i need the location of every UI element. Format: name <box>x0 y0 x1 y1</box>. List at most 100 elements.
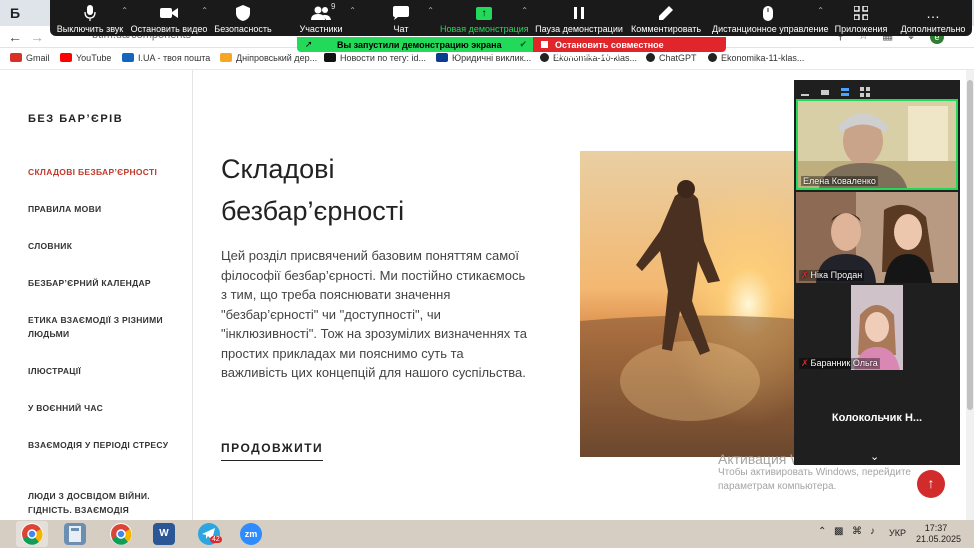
gallery-header <box>794 80 960 98</box>
chevron-up-icon[interactable]: ⌃ <box>121 6 128 15</box>
bookmark-dnipro[interactable]: Дніпровський дер... <box>220 53 317 63</box>
continue-link[interactable]: ПРОДОВЖИТИ <box>221 441 324 461</box>
pencil-icon <box>630 5 702 21</box>
iua-icon <box>122 53 134 62</box>
participant-tile[interactable]: ✗ Баранник Ольга <box>796 285 958 371</box>
participant-name: ✗ Ніка Продан <box>799 270 865 281</box>
zoom-meeting-toolbar: ⌃ Выключить звук ⌃ Остановить видео Безо… <box>50 0 972 36</box>
participant-tile[interactable]: Колокольчик Н... <box>794 370 960 450</box>
shield-check-icon: ✔ <box>519 39 527 49</box>
apps-button[interactable]: Приложения <box>832 0 890 36</box>
network-icon[interactable]: ▩ <box>834 526 843 537</box>
grid-view-icon[interactable] <box>860 84 870 97</box>
participant-tile[interactable]: ✗ Ніка Продан <box>796 192 958 283</box>
stop-square-icon <box>541 41 548 48</box>
bookmark-news[interactable]: Новости по тегу: id... <box>324 53 426 63</box>
participant-name: Колокольчик Н... <box>831 412 923 424</box>
mouse-icon <box>712 5 824 21</box>
site-brand[interactable]: БЕЗ БАР’ЄРІВ <box>28 113 123 125</box>
zoom-app-icon[interactable]: zm <box>240 523 262 545</box>
chevron-down-icon[interactable]: ⌄ <box>870 450 879 463</box>
language-indicator[interactable]: УКР <box>889 528 906 538</box>
participants-count-badge: 9 <box>331 2 336 11</box>
nav-item-stress[interactable]: ВЗАЄМОДІЯ У ПЕРІОДІ СТРЕСУ <box>28 438 178 452</box>
arrow-up-icon: ↑ <box>927 475 935 491</box>
chevron-up-icon[interactable]: ⌃ <box>521 6 528 15</box>
windows-taskbar: W 42 zm ⌃ ▩ ⌘ ♪ УКР 17:37 21.05.2025 <box>0 520 974 548</box>
pause-icon <box>534 5 624 21</box>
nav-item-calendar[interactable]: БЕЗБАР’ЄРНИЙ КАЛЕНДАР <box>28 276 178 290</box>
more-icon: … <box>926 5 940 21</box>
chrome-profile-icon[interactable] <box>21 523 43 545</box>
apps-icon <box>832 5 890 21</box>
section-description: Цей розділ присвячений базовим поняттям … <box>221 248 527 380</box>
github-icon <box>540 53 549 62</box>
muted-microphone-icon: ✗ <box>801 270 809 280</box>
nav-item-language-rules[interactable]: ПРАВИЛА МОВИ <box>28 202 178 216</box>
tray-overflow-icon[interactable]: ⌃ <box>818 526 826 537</box>
participant-name: ✗ Баранник Ольга <box>799 358 880 369</box>
scroll-to-top-button[interactable]: ↑ <box>917 470 945 498</box>
dnipro-icon <box>220 53 232 62</box>
microphone-icon <box>52 5 128 21</box>
bookmark-iua[interactable]: I.UA - твоя пошта <box>122 53 210 63</box>
participant-name: Елена Коваленко <box>801 176 878 186</box>
chat-button[interactable]: ⌃ Чат <box>368 0 434 36</box>
youtube-icon <box>60 53 72 62</box>
nav-item-illustrations[interactable]: ІЛЮСТРАЦІЇ <box>28 364 178 378</box>
security-button[interactable]: Безопасность <box>212 0 274 36</box>
nav-item-glossary[interactable]: СЛОВНИК <box>28 239 178 253</box>
bookmark-legal[interactable]: Юридичні виклик... <box>436 53 531 63</box>
tab-favicon[interactable]: Б <box>10 5 20 21</box>
forward-arrow-icon[interactable]: → <box>30 29 44 45</box>
more-button[interactable]: … Дополнительно <box>898 0 968 36</box>
participant-tile[interactable]: Елена Коваленко <box>796 99 958 190</box>
page-title: Складові безбар’єрності <box>221 154 405 226</box>
remote-control-button[interactable]: ⌃ Дистанционное управление <box>712 0 828 36</box>
page-scrollbar[interactable] <box>966 70 974 520</box>
nav-item-components[interactable]: СКЛАДОВІ БЕЗБАР’ЄРНОСТІ <box>28 165 178 179</box>
chevron-up-icon[interactable]: ⌃ <box>201 6 208 15</box>
wifi-icon[interactable]: ⌘ <box>852 526 862 537</box>
hero-photo <box>580 151 796 457</box>
strip-view-icon[interactable] <box>840 84 850 96</box>
telegram-unread-badge: 42 <box>210 536 222 543</box>
chevron-up-icon[interactable]: ⌃ <box>427 6 434 15</box>
new-share-button[interactable]: ↑ ⌃ Новая демонстрация <box>440 0 529 36</box>
bookmark-gmail[interactable]: Gmail <box>10 53 50 63</box>
minimize-icon[interactable] <box>800 84 810 96</box>
site-sidebar: БЕЗ БАР’ЄРІВ СКЛАДОВІ БЕЗБАР’ЄРНОСТІ ПРА… <box>0 70 193 520</box>
chrome-icon[interactable] <box>110 523 132 545</box>
sharing-status-banner[interactable]: ➚ Вы запустили демонстрацию экрана ✔ <box>297 37 533 52</box>
speaker-view-icon[interactable] <box>820 84 830 95</box>
bookmark-youtube[interactable]: YouTube <box>60 53 111 63</box>
pause-share-button[interactable]: Пауза демонстрации <box>534 0 624 36</box>
word-icon[interactable]: W <box>153 523 175 545</box>
share-indicator-icon: ➚ <box>305 39 313 49</box>
scrollbar-thumb[interactable] <box>967 80 973 410</box>
nav-item-wartime[interactable]: У ВОЄННИЙ ЧАС <box>28 401 178 415</box>
stop-video-button[interactable]: ⌃ Остановить видео <box>130 0 208 36</box>
video-camera-icon <box>130 5 208 21</box>
share-screen-icon: ↑ <box>476 6 492 20</box>
zoom-video-gallery: Елена Коваленко ✗ Ніка Продан ✗ Баранник О… <box>794 80 960 465</box>
nav-item-war-experience[interactable]: ЛЮДИ З ДОСВІДОМ ВІЙНИ. ГІДНІСТЬ. ВЗАЄМОД… <box>28 489 178 517</box>
gmail-icon <box>10 53 22 62</box>
participants-button[interactable]: 9 ⌃ Участники <box>286 0 357 36</box>
news-icon <box>324 53 336 62</box>
chevron-up-icon[interactable]: ⌃ <box>817 6 824 15</box>
annotate-button[interactable]: Комментировать <box>630 0 702 36</box>
mute-button[interactable]: ⌃ Выключить звук <box>52 0 128 36</box>
back-arrow-icon[interactable]: ← <box>8 29 22 45</box>
participants-icon <box>286 5 356 21</box>
calculator-icon[interactable] <box>64 523 86 545</box>
muted-microphone-icon: ✗ <box>801 358 809 368</box>
shield-icon <box>212 5 274 21</box>
taskbar-clock[interactable]: 17:37 21.05.2025 <box>916 523 961 545</box>
chevron-up-icon[interactable]: ⌃ <box>349 6 356 15</box>
legal-icon <box>436 53 448 62</box>
chat-icon <box>368 5 434 21</box>
nav-item-ethics[interactable]: ЕТИКА ВЗАЄМОДІЇ З РІЗНИМИ ЛЮДЬМИ <box>28 313 178 341</box>
stop-share-button[interactable]: Остановить совместное использование <box>533 37 726 60</box>
volume-icon[interactable]: ♪ <box>870 526 875 537</box>
